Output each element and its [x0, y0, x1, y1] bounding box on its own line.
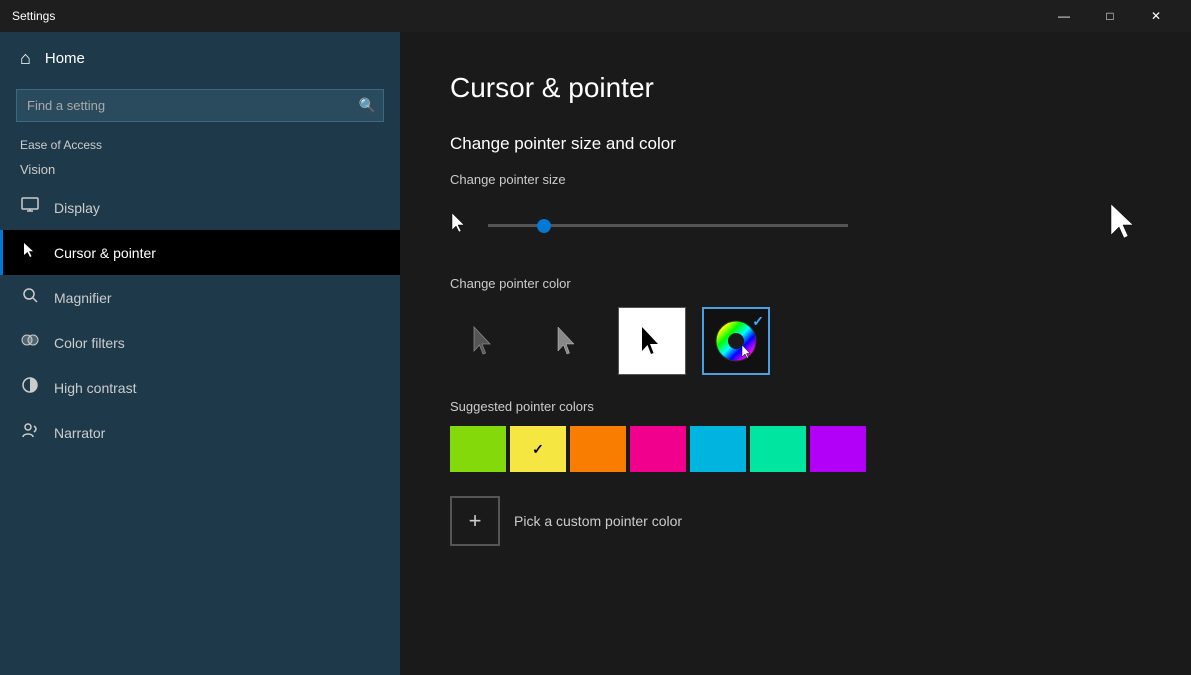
magnifier-icon	[20, 286, 40, 309]
color-option-white[interactable]	[450, 307, 518, 375]
search-box: 🔍	[16, 89, 384, 122]
custom-color-row[interactable]: + Pick a custom pointer color	[450, 496, 1141, 546]
cursor-small-icon	[450, 212, 468, 239]
sidebar-item-color-filters[interactable]: Color filters	[0, 320, 400, 365]
content-area: Cursor & pointer Change pointer size and…	[400, 32, 1191, 675]
cursor-label: Cursor & pointer	[54, 245, 156, 261]
narrator-icon	[20, 421, 40, 444]
home-icon: ⌂	[20, 48, 31, 69]
ease-of-access-label: Ease of Access	[0, 134, 400, 160]
swatch-1[interactable]: ✓	[510, 426, 566, 472]
color-swatches: ✓	[450, 426, 1141, 472]
color-filters-label: Color filters	[54, 335, 125, 351]
search-input[interactable]	[16, 89, 384, 122]
custom-color-label: Pick a custom pointer color	[514, 513, 682, 529]
main-layout: ⌂ Home 🔍 Ease of Access Vision Display	[0, 32, 1191, 675]
titlebar-title: Settings	[12, 9, 1041, 23]
display-icon	[20, 196, 40, 219]
swatch-3[interactable]	[630, 426, 686, 472]
titlebar-controls: — □ ✕	[1041, 0, 1179, 32]
sidebar-item-magnifier[interactable]: Magnifier	[0, 275, 400, 320]
vision-category: Vision	[0, 160, 400, 185]
pointer-size-row	[450, 203, 1141, 248]
sidebar-item-cursor[interactable]: Cursor & pointer	[0, 230, 400, 275]
close-button[interactable]: ✕	[1133, 0, 1179, 32]
page-title: Cursor & pointer	[450, 72, 1141, 104]
sidebar-item-display[interactable]: Display	[0, 185, 400, 230]
sidebar-item-high-contrast[interactable]: High contrast	[0, 365, 400, 410]
magnifier-label: Magnifier	[54, 290, 112, 306]
sidebar-item-home[interactable]: ⌂ Home	[0, 32, 400, 85]
sidebar-item-narrator[interactable]: Narrator	[0, 410, 400, 455]
home-label: Home	[45, 50, 85, 67]
color-filters-icon	[20, 331, 40, 354]
search-button[interactable]: 🔍	[359, 97, 376, 114]
pointer-color-row: ✓	[450, 307, 1141, 375]
swatch-0[interactable]	[450, 426, 506, 472]
suggested-label: Suggested pointer colors	[450, 399, 1141, 414]
size-label: Change pointer size	[450, 172, 1141, 187]
cursor-nav-icon	[20, 241, 40, 264]
minimize-button[interactable]: —	[1041, 0, 1087, 32]
swatch-6[interactable]	[810, 426, 866, 472]
swatch-4[interactable]	[690, 426, 746, 472]
plus-icon: +	[469, 508, 482, 534]
section1-title: Change pointer size and color	[450, 134, 1141, 154]
slider-container	[488, 224, 1089, 227]
display-label: Display	[54, 200, 100, 216]
color-option-custom[interactable]: ✓	[702, 307, 770, 375]
titlebar: Settings — □ ✕	[0, 0, 1191, 32]
swatch-selected-check: ✓	[532, 441, 544, 458]
maximize-button[interactable]: □	[1087, 0, 1133, 32]
swatch-2[interactable]	[570, 426, 626, 472]
high-contrast-icon	[20, 376, 40, 399]
narrator-label: Narrator	[54, 425, 105, 441]
color-option-inverted[interactable]	[618, 307, 686, 375]
high-contrast-label: High contrast	[54, 380, 136, 396]
color-option-gray[interactable]	[534, 307, 602, 375]
cursor-large-icon	[1109, 203, 1141, 248]
sidebar: ⌂ Home 🔍 Ease of Access Vision Display	[0, 32, 400, 675]
color-label: Change pointer color	[450, 276, 1141, 291]
add-custom-color-button[interactable]: +	[450, 496, 500, 546]
pointer-size-slider[interactable]	[488, 224, 848, 227]
swatch-5[interactable]	[750, 426, 806, 472]
